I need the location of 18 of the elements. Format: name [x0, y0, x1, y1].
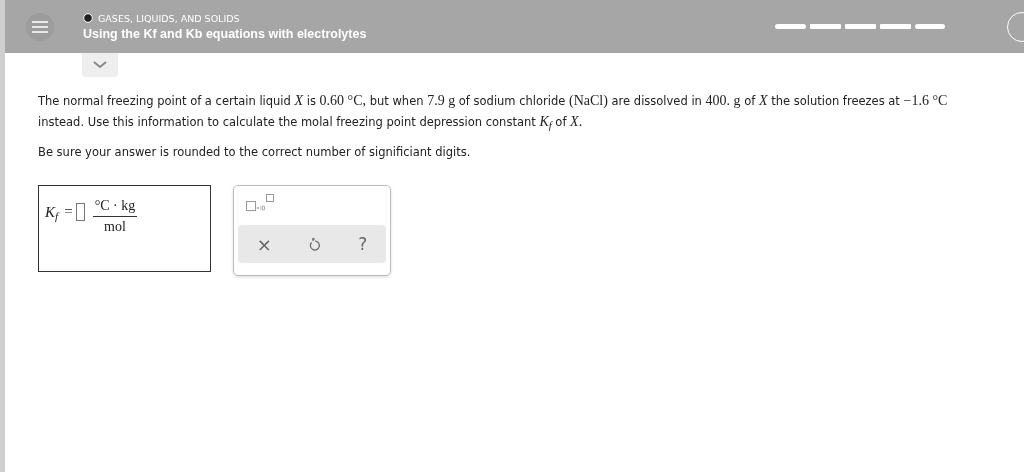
help-button[interactable]: ? — [354, 234, 372, 254]
instruction-text: Be sure your answer is rounded to the correct number of significiant digits. — [38, 145, 472, 159]
scientific-notation-icon — [246, 194, 276, 212]
clear-button[interactable]: × — [252, 233, 276, 255]
chevron-down-icon — [93, 61, 107, 69]
topic-dot-icon — [83, 13, 93, 23]
constant-symbol: K$_{f}$ — [539, 114, 552, 129]
answer-field[interactable] — [75, 203, 85, 221]
undo-icon — [309, 236, 321, 251]
constant-symbol: K$_{f}$ — [45, 204, 59, 221]
unit-fraction: °C · kg mol — [92, 198, 138, 235]
topic-label: GASES, LIQUIDS, AND SOLIDS — [98, 12, 240, 24]
activity-title: Using the Kf and Kb equations with electrolytes — [83, 26, 367, 41]
equals-sign: = — [64, 203, 73, 220]
menu-icon — [32, 20, 48, 33]
question-text: The normal freezing point of a certain liquid X is 0.60 °C, but when 7.9 g of sodium chloride (NaCl) are dissolved in 400. g of X the solution freezes at −1.6 °C instead. Use this information to calculate the molal freezing point depression constant K$_{f}$ of X. — [38, 92, 949, 133]
menu-button[interactable] — [26, 12, 54, 41]
expand-button[interactable] — [82, 53, 118, 77]
